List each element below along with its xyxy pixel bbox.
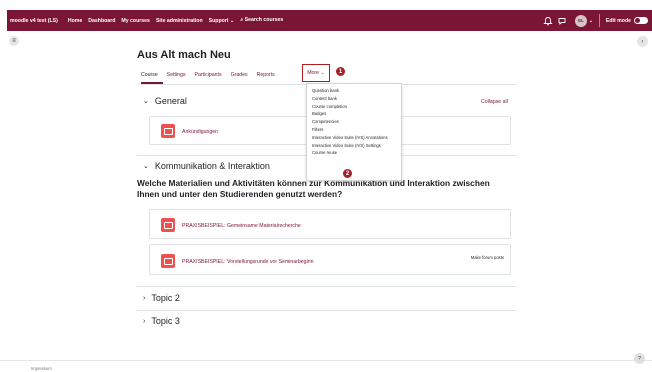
section-divider [137, 286, 517, 287]
forum-icon [161, 254, 175, 268]
more-dropdown-menu: Question bank Content bank Course comple… [306, 83, 402, 181]
tab-more-label: More ⌄ [307, 70, 325, 76]
top-navbar: moodle v4 test (LS) Home Dashboard My co… [7, 10, 652, 31]
tab-grades[interactable]: Grades [231, 72, 248, 78]
navbar-right-tools: GL ⌄ Edit mode [543, 10, 648, 31]
section-kommunikation-title: Kommunikation & Interaktion [154, 161, 270, 171]
activity-announcements-link[interactable]: Ankündigungen [182, 129, 218, 135]
site-name[interactable]: moodle v4 test (LS) [10, 18, 58, 24]
footer-divider [0, 360, 652, 361]
chevron-right-icon[interactable]: › [143, 295, 145, 302]
chat-icon[interactable] [557, 16, 567, 26]
edit-mode-toggle[interactable] [634, 17, 648, 24]
tab-settings[interactable]: Settings [167, 72, 186, 78]
activity-vorstellungsrunde-link[interactable]: PRAXISBEISPIEL: Vorstellungsrunde vor Se… [182, 259, 314, 265]
section-divider [137, 310, 517, 311]
user-avatar[interactable]: GL [574, 14, 587, 27]
menu-item-course-reuse[interactable]: Course reuse [307, 149, 401, 157]
tab-course[interactable]: Course [141, 72, 158, 78]
step-badge-2: 2 [342, 168, 353, 179]
activity-card-vorstellungsrunde[interactable]: PRAXISBEISPIEL: Vorstellungsrunde vor Se… [149, 244, 511, 275]
nav-search-courses[interactable]: ⌕ Search courses [240, 17, 283, 24]
collapse-all-link[interactable]: Collapse all [481, 99, 508, 105]
menu-item-badges[interactable]: Badges [307, 110, 401, 118]
chevron-down-icon[interactable]: ⌄ [143, 162, 149, 170]
forum-icon [161, 218, 175, 232]
menu-item-question-bank[interactable]: Question bank [307, 87, 401, 95]
menu-item-content-bank[interactable]: Content bank [307, 95, 401, 103]
section-summary: Welche Materialien und Aktivitäten könne… [137, 178, 490, 199]
section-general-header[interactable]: ⌄ General [143, 96, 187, 106]
section-general-title: General [154, 96, 187, 106]
tab-more[interactable]: More ⌄ [302, 64, 330, 82]
section-topic3-header[interactable]: › Topic 3 [143, 316, 180, 326]
nav-home[interactable]: Home [68, 18, 82, 24]
help-icon[interactable]: ? [634, 353, 645, 364]
edit-mode-label: Edit mode [605, 17, 631, 24]
activity-card-materialrecherche[interactable]: PRAXISBEISPIEL: Gemeinsame Materialreche… [149, 209, 511, 239]
tab-reports[interactable]: Reports [257, 72, 275, 78]
chevron-down-icon[interactable]: ⌄ [589, 18, 593, 24]
menu-item-competencies[interactable]: Competencies [307, 118, 401, 126]
section-topic2-title: Topic 2 [151, 293, 180, 303]
forum-icon [161, 124, 175, 138]
navbar-divider [598, 14, 600, 27]
nav-site-administration[interactable]: Site administration [156, 18, 203, 24]
nav-my-courses[interactable]: My courses [121, 18, 150, 24]
activity-materialrecherche-link[interactable]: PRAXISBEISPIEL: Gemeinsame Materialreche… [182, 223, 301, 229]
step-badge-1: 1 [335, 66, 346, 77]
footer-impressum-link[interactable]: Impressum [31, 366, 52, 371]
block-drawer-toggle-icon[interactable]: ‹ [637, 36, 648, 47]
section-topic2-header[interactable]: › Topic 2 [143, 293, 180, 303]
menu-item-ivs-annotations[interactable]: Interactive Video Suite (IVS) Annotation… [307, 134, 401, 142]
bell-icon[interactable] [543, 16, 553, 26]
tab-participants[interactable]: Participants [194, 72, 221, 78]
menu-item-ivs-settings[interactable]: Interactive Video Suite (IVS) Settings [307, 142, 401, 150]
secondary-navigation: Course Settings Participants Grades Repo… [141, 68, 284, 82]
page-title: Aus Alt mach Neu [137, 49, 231, 61]
section-kommunikation-header[interactable]: ⌄ Kommunikation & Interaktion [143, 161, 270, 171]
menu-item-filters[interactable]: Filters [307, 126, 401, 134]
chevron-down-icon[interactable]: ⌄ [143, 97, 149, 105]
menu-item-course-completion[interactable]: Course completion [307, 103, 401, 111]
make-forum-posts-badge[interactable]: Make forum posts [470, 255, 504, 260]
course-index-toggle-icon[interactable]: ≡ [9, 36, 19, 46]
nav-support[interactable]: Support ⌄ [209, 18, 235, 24]
nav-dashboard[interactable]: Dashboard [88, 18, 115, 24]
chevron-right-icon[interactable]: › [143, 318, 145, 325]
section-topic3-title: Topic 3 [151, 316, 180, 326]
